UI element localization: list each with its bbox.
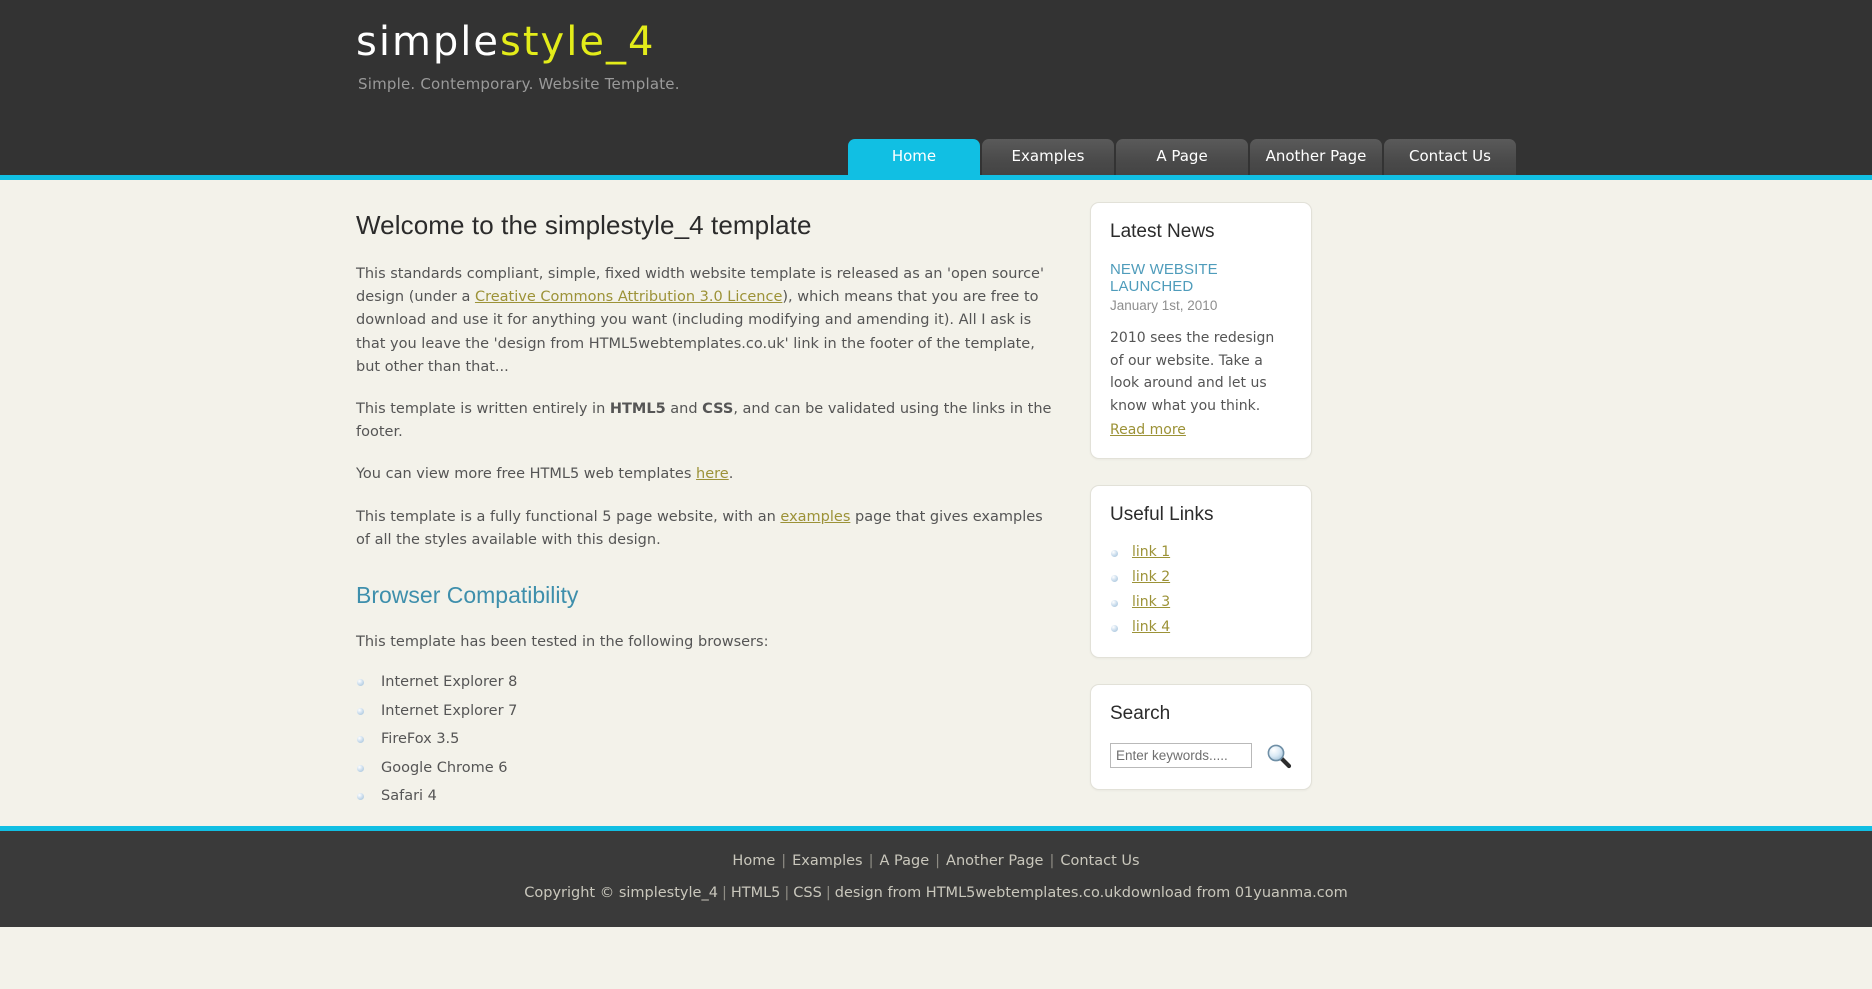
main-navigation-bar: Home Examples A Page Another Page Contac… (0, 139, 1872, 175)
tech-paragraph: This template is written entirely in HTM… (356, 398, 1056, 444)
examples-paragraph: This template is a fully functional 5 pa… (356, 506, 1056, 552)
footer-separator: | (868, 852, 874, 869)
footer-copyright: Copyright © simplestyle_4 | HTML5 | CSS | desi… (0, 885, 1872, 901)
latest-news-panel: Latest News NEW WEBSITE LAUNCHED January… (1090, 202, 1312, 459)
list-item: link 4 (1110, 619, 1292, 635)
news-item-title[interactable]: NEW WEBSITE LAUNCHED (1110, 261, 1292, 295)
here-link[interactable]: here (696, 466, 729, 482)
read-more-link[interactable]: Read more (1110, 422, 1186, 438)
sidebar: Latest News NEW WEBSITE LAUNCHED January… (1090, 202, 1312, 816)
intro-paragraph: This standards compliant, simple, fixed … (356, 263, 1056, 379)
search-button[interactable] (1266, 743, 1292, 769)
footer-css-link[interactable]: CSS (793, 885, 822, 901)
news-item-body: 2010 sees the redesign of our website. T… (1110, 330, 1275, 415)
copyright-text: Copyright © simplestyle_4 (524, 884, 718, 901)
useful-link-2[interactable]: link 2 (1132, 569, 1170, 585)
news-item-date: January 1st, 2010 (1110, 298, 1218, 313)
list-item: Internet Explorer 7 (356, 702, 1056, 722)
search-heading: Search (1110, 702, 1171, 724)
magnifier-icon (1266, 744, 1292, 772)
useful-links-list: link 1 link 2 link 3 link 4 (1110, 544, 1292, 635)
latest-news-heading: Latest News (1110, 221, 1215, 242)
page-title: Welcome to the simplestyle_4 template (356, 210, 812, 240)
list-item: Safari 4 (356, 787, 1056, 807)
main-navigation: Home Examples A Page Another Page Contac… (356, 139, 1516, 175)
footer-separator: | (781, 852, 787, 869)
creative-commons-link[interactable]: Creative Commons Attribution 3.0 Licence (475, 289, 782, 305)
useful-links-heading: Useful Links (1110, 503, 1214, 525)
list-item: link 1 (1110, 544, 1292, 560)
footer-nav-examples[interactable]: Examples (790, 853, 864, 869)
more-templates-paragraph: You can view more free HTML5 web templat… (356, 463, 1056, 486)
footer-nav-contact-us[interactable]: Contact Us (1058, 853, 1141, 869)
footer-credit-text: design from HTML5webtemplates.co.ukdownl… (834, 884, 1348, 901)
browser-list: Internet Explorer 8 Internet Explorer 7 … (356, 673, 1056, 807)
css-emphasis: CSS (702, 400, 734, 417)
examples-link[interactable]: examples (780, 509, 850, 525)
tech-text-1: This template is written entirely in (356, 400, 610, 417)
nav-item-examples[interactable]: Examples (982, 139, 1114, 175)
browser-compatibility-heading: Browser Compatibility (356, 581, 579, 608)
footer-html5-link[interactable]: HTML5 (731, 885, 781, 901)
main-area: Welcome to the simplestyle_4 template Th… (0, 180, 1872, 826)
list-item: FireFox 3.5 (356, 730, 1056, 750)
footer-navigation: Home | Examples | A Page | Another Page | Contac… (0, 853, 1872, 869)
site-tagline: Simple. Contemporary. Website Template. (358, 75, 680, 93)
footer-separator: | (784, 884, 790, 901)
page-bottom-fill (0, 926, 1872, 989)
more-templates-text-2: . (728, 466, 734, 483)
list-item: link 3 (1110, 594, 1292, 610)
tech-text-2: and (665, 400, 703, 417)
footer-nav-home[interactable]: Home (730, 853, 777, 869)
useful-link-4[interactable]: link 4 (1132, 619, 1170, 635)
useful-links-panel: Useful Links link 1 link 2 link 3 link 4 (1090, 484, 1312, 658)
useful-link-3[interactable]: link 3 (1132, 594, 1170, 610)
nav-item-home[interactable]: Home (848, 139, 980, 175)
more-templates-text-1: You can view more free HTML5 web templat… (356, 466, 697, 483)
html5-emphasis: HTML5 (609, 400, 666, 417)
nav-item-another-page[interactable]: Another Page (1250, 139, 1382, 175)
content-column: Welcome to the simplestyle_4 template Th… (356, 202, 1056, 816)
search-input[interactable] (1110, 743, 1252, 769)
nav-item-contact-us[interactable]: Contact Us (1384, 139, 1516, 175)
site-logo[interactable]: simplestyle_4 (356, 22, 655, 62)
list-item: link 2 (1110, 569, 1292, 585)
site-header: simplestyle_4 Simple. Contemporary. Webs… (0, 0, 1872, 139)
footer-nav-a-page[interactable]: A Page (878, 853, 932, 869)
logo-text-accent: style_4 (500, 19, 656, 65)
search-panel: Search (1090, 683, 1312, 790)
list-item: Internet Explorer 8 (356, 673, 1056, 693)
list-item: Google Chrome 6 (356, 759, 1056, 779)
footer-nav-another-page[interactable]: Another Page (944, 853, 1045, 869)
footer-separator: | (825, 884, 831, 901)
footer-separator: | (721, 884, 727, 901)
browser-compatibility-intro: This template has been tested in the fol… (356, 633, 769, 650)
nav-item-a-page[interactable]: A Page (1116, 139, 1248, 175)
footer-separator: | (1049, 852, 1055, 869)
useful-link-1[interactable]: link 1 (1132, 544, 1170, 560)
logo-text-primary: simple (356, 19, 501, 65)
examples-text-1: This template is a fully functional 5 pa… (356, 508, 781, 525)
site-footer: Home | Examples | A Page | Another Page | Contac… (0, 830, 1872, 927)
footer-separator: | (935, 852, 941, 869)
